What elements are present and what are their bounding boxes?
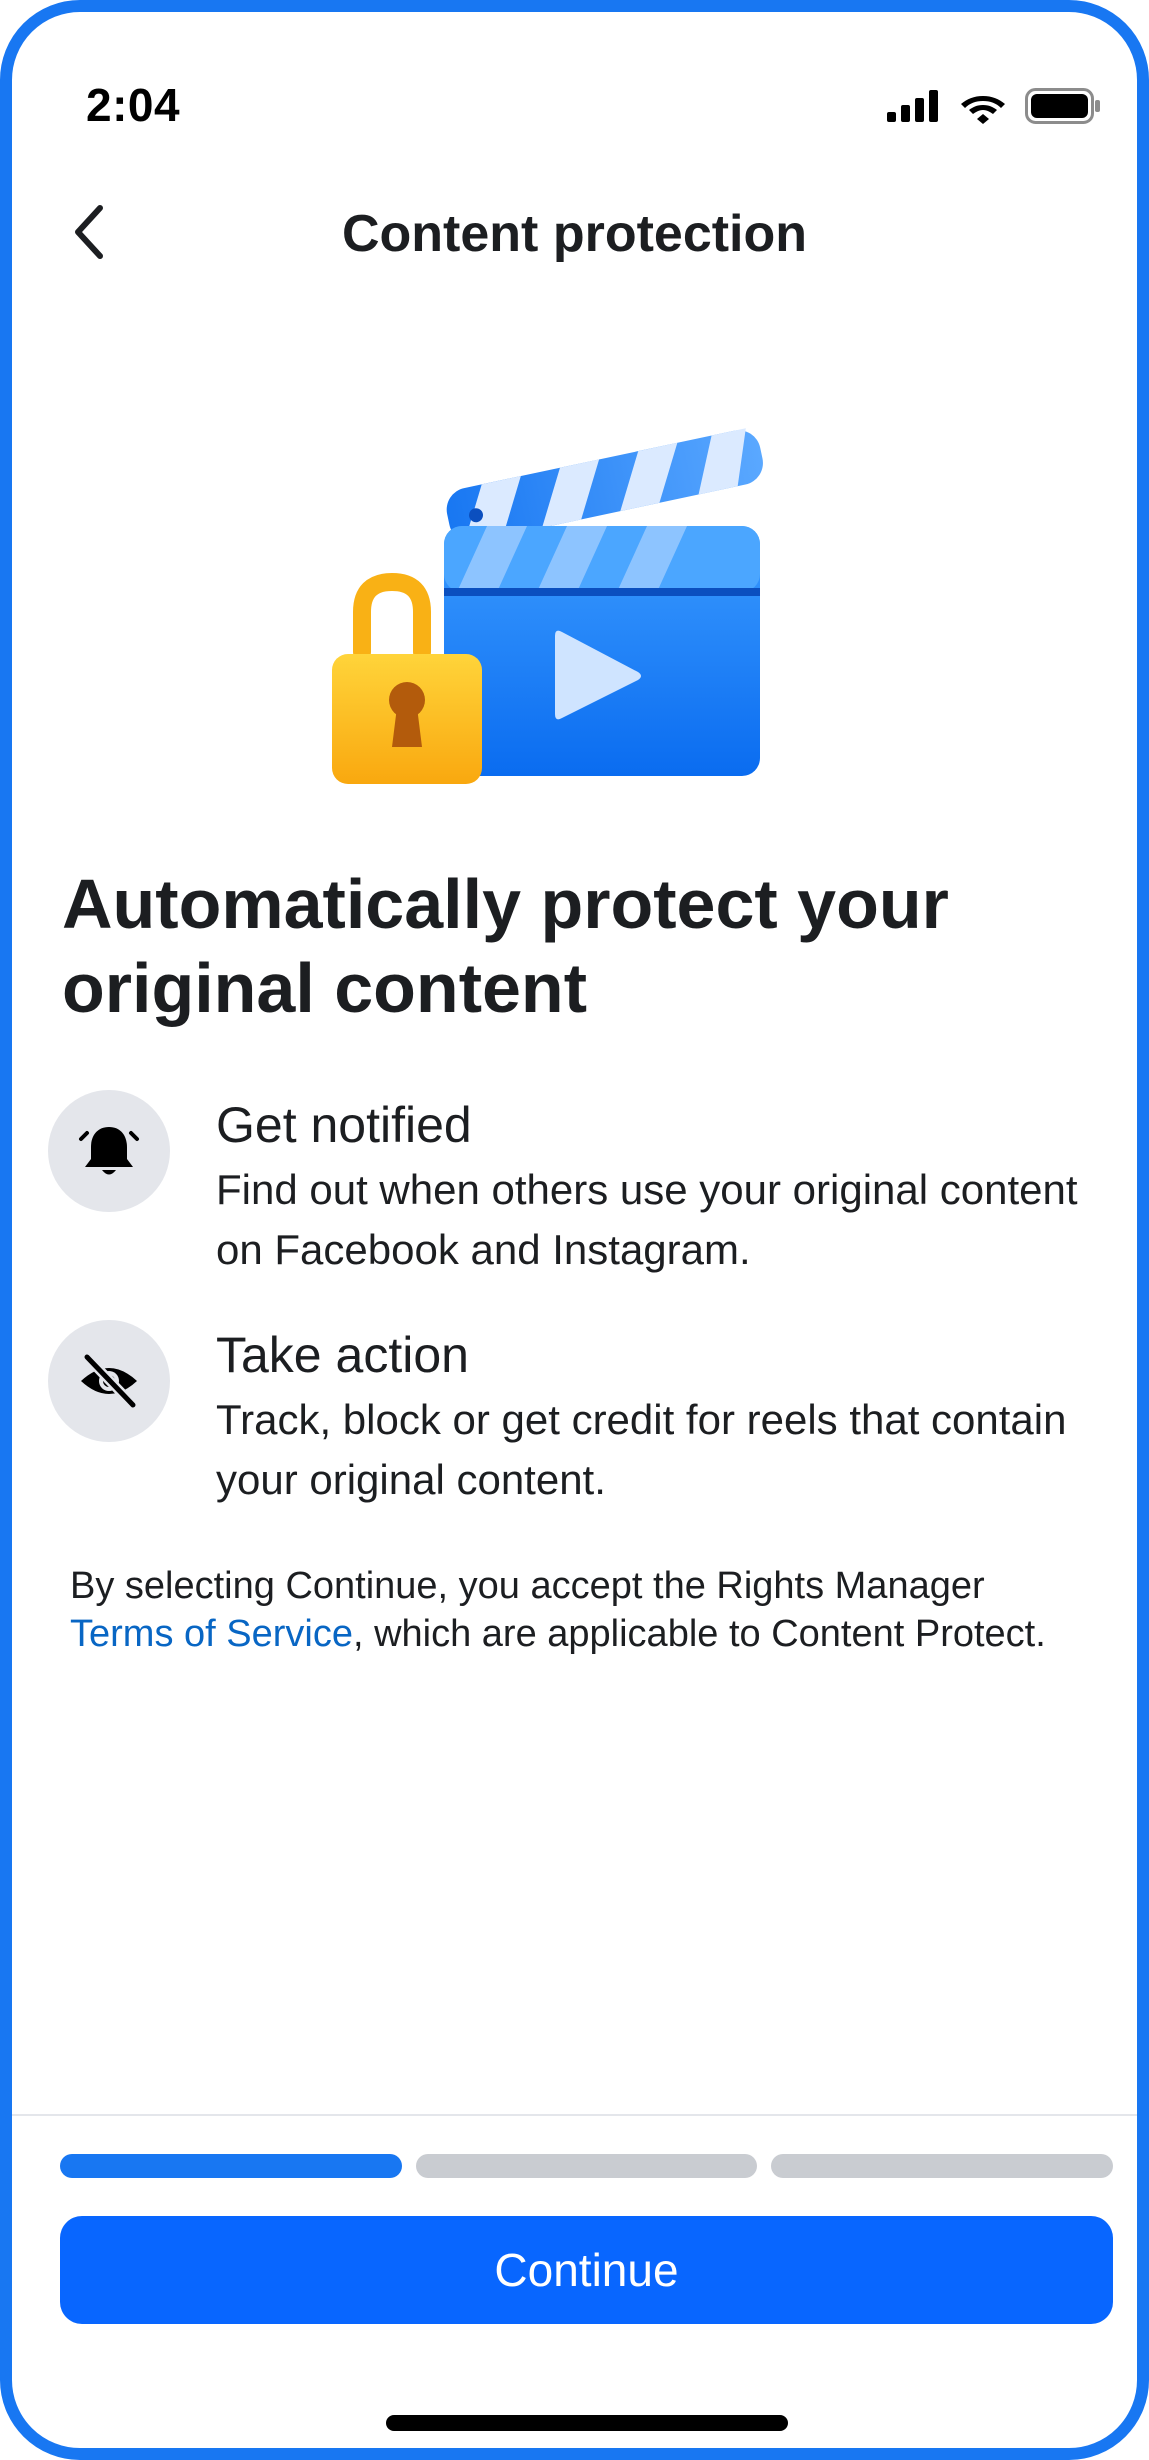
- clapperboard-lock-illustration: [332, 428, 763, 784]
- terms-of-service-link[interactable]: Terms of Service: [70, 1613, 353, 1655]
- feature-description: Find out when others use your original c…: [216, 1166, 1078, 1273]
- feature-title: Take action: [216, 1327, 469, 1383]
- home-indicator[interactable]: [386, 2415, 788, 2431]
- progress-step-2: [415, 2154, 758, 2178]
- progress-step-1: [60, 2154, 402, 2178]
- signal-icon: [887, 90, 938, 122]
- footer-divider: [12, 2114, 1137, 2116]
- bell-icon: [79, 1127, 139, 1175]
- phone-frame: 2:04 Content protection Automatically pr…: [0, 0, 1149, 2460]
- feature-icon-circle: [48, 1320, 170, 1442]
- battery-icon: [1025, 88, 1100, 124]
- status-bar: 2:04: [12, 12, 1137, 172]
- progress-step-3: [771, 2154, 1114, 2178]
- wifi-icon: [961, 96, 1005, 124]
- feature-icon-circle: [48, 1090, 170, 1212]
- page-title: Content protection: [341, 205, 808, 263]
- hero-illustration: [312, 402, 782, 822]
- legal-suffix: , which are applicable to Content Protec…: [352, 1613, 1046, 1655]
- headline: Automatically protect your original cont…: [62, 865, 949, 1027]
- step-progress: [60, 2154, 1114, 2178]
- status-time: 2:04: [86, 79, 181, 131]
- feature-title: Get notified: [216, 1097, 472, 1153]
- header: Content protection: [12, 182, 1137, 282]
- legal-text: By selecting Continue, you accept the Ri…: [70, 1562, 1080, 1658]
- eye-slash-icon: [81, 1352, 138, 1410]
- continue-button[interactable]: Continue: [60, 2216, 1113, 2324]
- feature-description: Track, block or get credit for reels tha…: [216, 1396, 1067, 1503]
- legal-prefix: By selecting Continue, you accept the Ri…: [70, 1565, 985, 1607]
- status-icons: [887, 88, 1101, 124]
